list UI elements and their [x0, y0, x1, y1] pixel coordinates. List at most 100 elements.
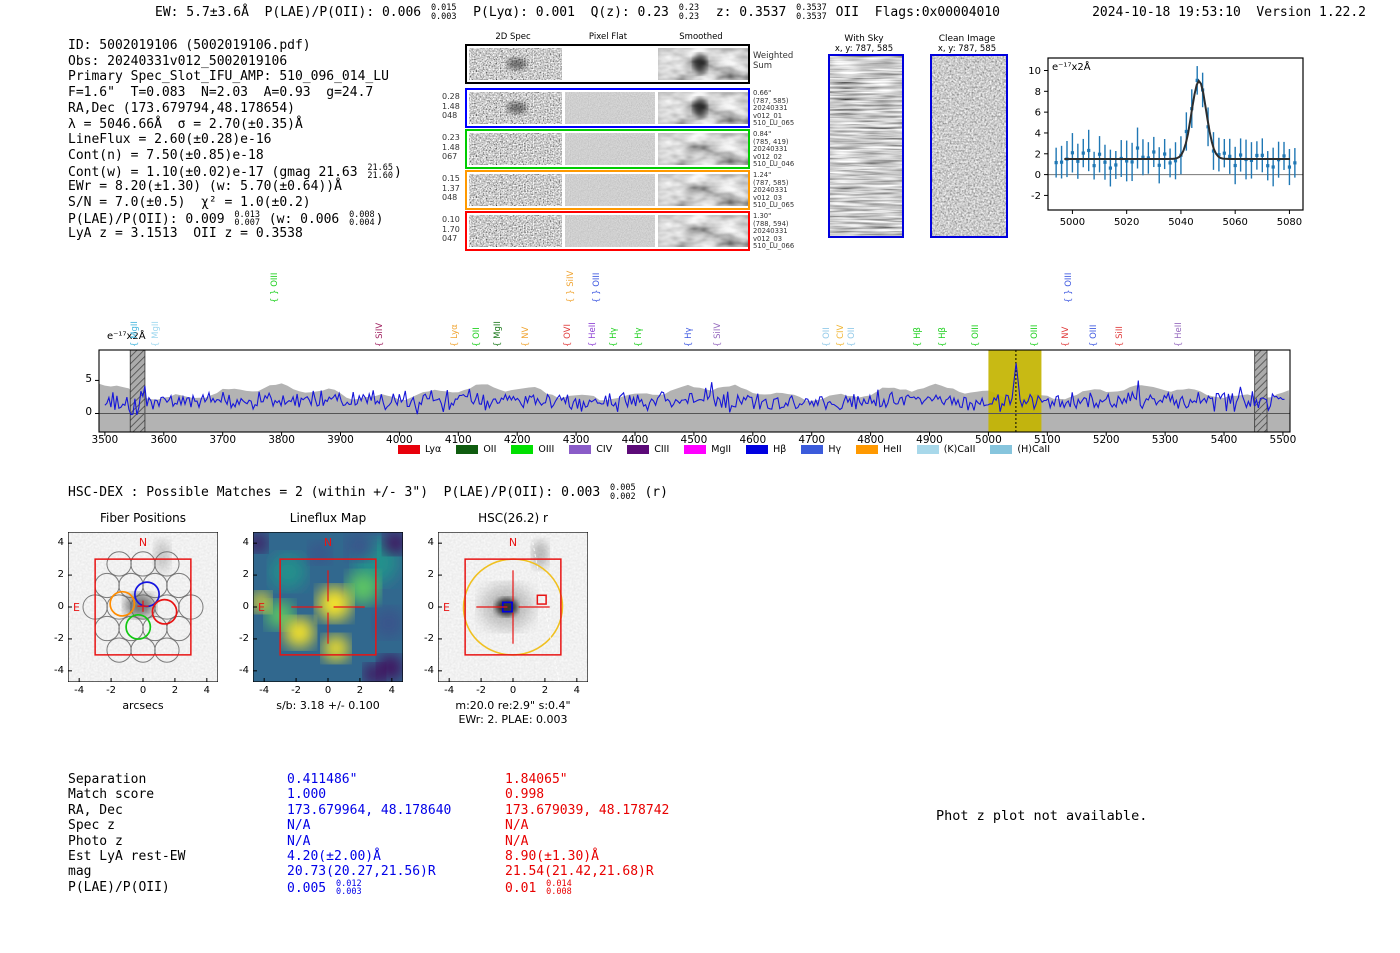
data-point	[1152, 150, 1156, 154]
data-point	[1163, 152, 1167, 156]
text-segment: λ = 5046.66Å σ = 2.70(±0.35)Å	[68, 116, 303, 132]
legend-item: CIII	[627, 444, 669, 455]
legend-swatch	[916, 445, 939, 454]
header-stats: EW: 5.7±3.6Å P(LAE)/P(OII): 0.006 0.015 0…	[155, 4, 1000, 21]
cutout-row	[465, 129, 750, 169]
legend-swatch	[627, 445, 650, 454]
panel-svg-0: NE	[68, 532, 218, 682]
pixelflat-image	[565, 174, 655, 206]
match-row-label: Match score	[68, 787, 155, 803]
main-xtick-label: 3500	[91, 434, 119, 446]
smoothed-image	[658, 92, 748, 124]
info-line: S/N = 7.0(±0.5) χ² = 1.0(±0.2)	[68, 195, 311, 211]
sky-panel-subtitle: x, y: 787, 585	[834, 44, 894, 54]
panel-ytick-label: 2	[427, 569, 434, 581]
text-segment: Cont(w) = 1.10(±0.02)e-17 (gmag 21.63	[68, 164, 366, 180]
text-segment: Obs: 20240331v012_5002019106	[68, 53, 288, 69]
data-point	[1222, 151, 1226, 155]
stacked-uncertainty: 0.012 0.003	[335, 878, 362, 898]
stacked-uncertainty: 0.015 0.003	[430, 3, 457, 22]
panel-ytick-label: -2	[54, 632, 64, 644]
pixelflat-image	[565, 215, 655, 247]
smoothed-blob	[693, 98, 707, 118]
cutout-right-line: 510_LU_066	[753, 242, 795, 250]
main-xtick-label: 5500	[1269, 434, 1297, 446]
text-segment: 1.84065"	[505, 772, 568, 787]
data-point	[1266, 164, 1270, 168]
stacked-uncertainty: 0.3537 0.3537	[796, 3, 827, 22]
info-line: LineFlux = 2.60(±0.28)e-16	[68, 132, 272, 148]
spectral-line-label-nv: { NV	[521, 326, 532, 347]
panel-ytick-label: 4	[242, 537, 249, 549]
spectral-line-label-hγ: { Hγ	[683, 327, 694, 347]
header-timestamp-version: 2024-10-18 19:53:10 Version 1.22.2	[1092, 5, 1366, 20]
legend-swatch	[801, 445, 824, 454]
pixelflat-image	[565, 133, 655, 165]
spectral-line-label-hγ: { Hγ	[609, 327, 620, 347]
text-segment: 0.411486"	[287, 772, 358, 787]
smoothed-image	[658, 215, 748, 247]
cutout-left-line: 067	[442, 152, 458, 162]
data-point	[1092, 164, 1096, 168]
panel-xtick-label: 0	[324, 685, 332, 696]
panel-xtick-label: -4	[444, 685, 455, 696]
data-point	[1108, 166, 1112, 170]
spec2d-image	[469, 174, 562, 206]
masked-band	[1254, 349, 1268, 433]
cutout-row	[465, 211, 750, 251]
stacked-uncertainty: 0.005 0.002	[610, 483, 636, 502]
panel-content	[438, 532, 588, 682]
cutout-row	[465, 88, 750, 128]
smoothed-image	[658, 133, 748, 165]
ytick-label: 4	[1035, 128, 1041, 139]
noise-fill	[469, 133, 562, 165]
text-segment: 0.998	[505, 787, 545, 803]
inset-bg	[1048, 58, 1303, 210]
cutout-col-header: Pixel Flat	[588, 32, 628, 42]
legend-item: (H)CaII	[990, 444, 1050, 455]
match-col2-value: N/A	[505, 818, 528, 834]
cutout-right-line: 510_LU_046	[753, 160, 795, 168]
cutout-right-line: 510_LU_065	[753, 119, 795, 127]
legend-item: MgII	[684, 444, 731, 455]
legend-swatch	[990, 445, 1013, 454]
panel-ytick-label: -4	[424, 664, 434, 676]
viridis-blob	[373, 607, 403, 638]
match-row-label: Spec z	[68, 818, 115, 834]
text-segment: S/N = 7.0(±0.5) χ² = 1.0(±0.2)	[68, 195, 311, 210]
stacked-uncertainty: 21.65 21.60	[367, 162, 394, 182]
match-col2-value: 21.54(21.42,21.68)R	[505, 864, 654, 880]
info-line: Cont(n) = 7.50(±0.85)e-18	[68, 148, 264, 164]
match-row-label: Est LyA rest-EW	[68, 849, 186, 864]
match-col1-value: 0.411486"	[287, 772, 357, 788]
spec2d-blob	[507, 58, 527, 70]
cutout-left-line: 1.48	[442, 142, 460, 152]
pixelflat-image	[565, 92, 655, 124]
data-point	[1059, 160, 1064, 164]
panel-svg-2: NE	[438, 532, 588, 682]
match-col1-value: 20.73(20.27,21.56)R	[287, 864, 436, 880]
noise-fill	[469, 174, 562, 206]
text-segment: 20.73(20.27,21.56)R	[287, 864, 436, 880]
text-segment: (w: 0.006	[260, 211, 348, 227]
legend-item: Hγ	[801, 444, 841, 455]
text-segment: Primary Spec_Slot_IFU_AMP: 510_096_014_L…	[68, 69, 389, 85]
match-col2-value: 0.998	[505, 787, 544, 803]
panel-svg-1: NE	[253, 532, 403, 682]
main-xtick-label: 3600	[150, 434, 178, 446]
spectral-line-label-heii: { HeII	[1174, 322, 1185, 347]
sky-panel-image	[930, 54, 1008, 238]
data-point	[1255, 153, 1259, 158]
highlight-band	[988, 350, 1042, 432]
legend-item: OII	[456, 444, 496, 455]
cutout-right-labels: 0.66" (787, 585) 20240331 v012_01 510_LU_065	[753, 89, 799, 128]
panel-xtick-label: 0	[139, 685, 147, 696]
cutout-left-line: 1.48	[442, 101, 460, 111]
legend-swatch	[398, 445, 420, 454]
cutout-left-line: 0.28	[442, 92, 460, 101]
cutout-row	[465, 44, 750, 84]
panel-ytick-label: 0	[57, 601, 64, 612]
legend-label: Hγ	[828, 444, 842, 455]
panel-ytick-label: -2	[424, 632, 434, 644]
match-row-label: RA, Dec	[68, 802, 123, 818]
